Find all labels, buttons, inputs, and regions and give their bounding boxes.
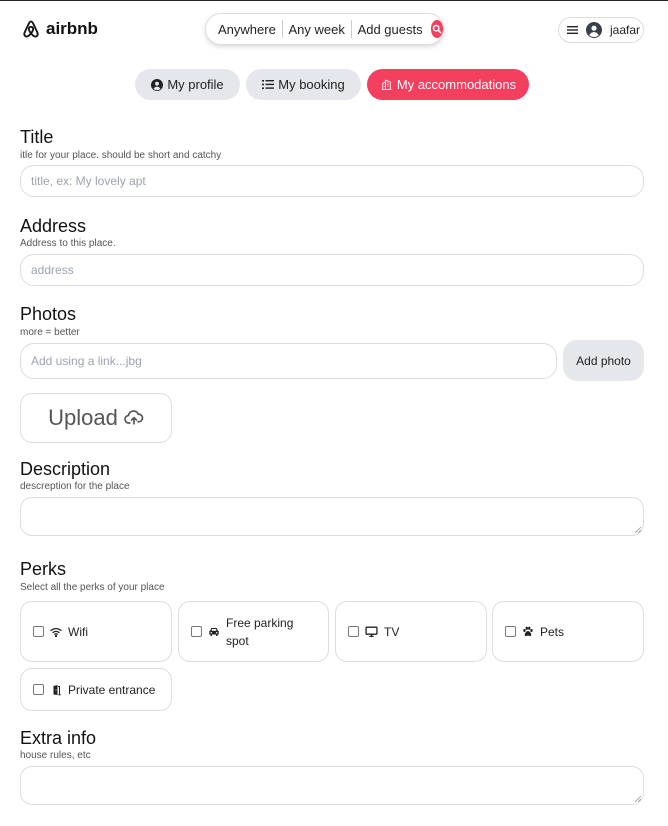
search-bar[interactable]: Anywhere Any week Add guests <box>205 13 444 45</box>
car-icon <box>209 628 219 636</box>
perk-tv-checkbox[interactable] <box>348 626 359 637</box>
perk-wifi-label: Wifi <box>68 624 88 639</box>
perk-tv-label: TV <box>384 624 400 639</box>
perk-pets-label: Pets <box>540 624 565 639</box>
perks-label: Perks <box>20 559 67 579</box>
tab-my-profile-label: My profile <box>167 77 224 92</box>
title-label: Title <box>20 127 54 147</box>
resize-grip-icon[interactable] <box>635 527 641 533</box>
paw-icon <box>523 626 533 637</box>
cloud-upload-icon <box>124 410 144 425</box>
search-where[interactable]: Anywhere <box>218 22 282 37</box>
user-menu[interactable]: jaafar <box>558 17 644 43</box>
perk-tv[interactable]: TV <box>335 601 487 662</box>
title-hint: itle for your place. should be short and… <box>20 150 222 161</box>
address-input[interactable]: address <box>20 254 644 286</box>
extra-info-label: Extra info <box>20 728 97 748</box>
perks-hint: Select all the perks of your place <box>20 582 165 593</box>
list-icon <box>262 80 275 89</box>
avatar-icon <box>586 22 602 38</box>
search-guests[interactable]: Add guests <box>352 22 429 37</box>
description-label: Description <box>20 459 111 479</box>
perk-wifi[interactable]: Wifi <box>20 601 172 662</box>
tv-icon <box>365 626 378 637</box>
tab-my-accommodations[interactable]: My accommodations <box>367 69 529 100</box>
user-circle-icon <box>151 78 164 91</box>
perk-free-parking-label: Free parking spot <box>226 615 294 648</box>
menu-icon <box>567 26 578 34</box>
perk-private-entrance[interactable]: Private entrance <box>20 668 172 711</box>
photo-link-input[interactable]: Add using a link...jbg <box>20 343 557 379</box>
description-textarea[interactable] <box>20 497 644 536</box>
add-photo-button[interactable]: Add photo <box>563 340 644 381</box>
address-hint: Address to this place. <box>20 238 116 249</box>
airbnb-logo-icon <box>23 20 39 38</box>
perk-free-parking[interactable]: Free parking spot <box>178 601 329 662</box>
tab-my-profile[interactable]: My profile <box>135 69 240 100</box>
wifi-icon <box>50 627 62 637</box>
user-name: jaafar <box>610 23 641 37</box>
photos-hint: more = better <box>20 327 80 338</box>
address-label: Address <box>20 216 87 236</box>
perk-pets[interactable]: Pets <box>492 601 644 662</box>
extra-info-textarea[interactable] <box>20 766 644 805</box>
perk-private-entrance-checkbox[interactable] <box>33 684 44 695</box>
search-button[interactable] <box>430 20 443 38</box>
door-icon <box>51 684 61 695</box>
title-input[interactable]: title, ex: My lovely apt <box>20 165 644 197</box>
perk-pets-checkbox[interactable] <box>505 626 516 637</box>
perk-free-parking-checkbox[interactable] <box>191 626 202 637</box>
description-hint: descreption for the place <box>20 481 130 492</box>
logo-text: airbnb <box>46 19 98 38</box>
tab-my-accommodations-label: My accommodations <box>396 77 517 92</box>
extra-info-hint: house rules, etc <box>20 750 91 761</box>
perk-private-entrance-label: Private entrance <box>68 682 156 697</box>
search-when[interactable]: Any week <box>283 22 351 37</box>
photos-label: Photos <box>20 304 77 324</box>
perk-wifi-checkbox[interactable] <box>33 626 44 637</box>
upload-button-label: Upload <box>48 405 118 430</box>
upload-button[interactable]: Upload <box>20 393 172 443</box>
tab-my-booking[interactable]: My booking <box>246 69 361 100</box>
resize-grip-icon[interactable] <box>635 796 641 802</box>
tab-my-booking-label: My booking <box>278 77 345 92</box>
logo[interactable]: airbnb <box>21 19 98 39</box>
search-icon <box>432 24 442 34</box>
building-icon <box>381 79 392 90</box>
